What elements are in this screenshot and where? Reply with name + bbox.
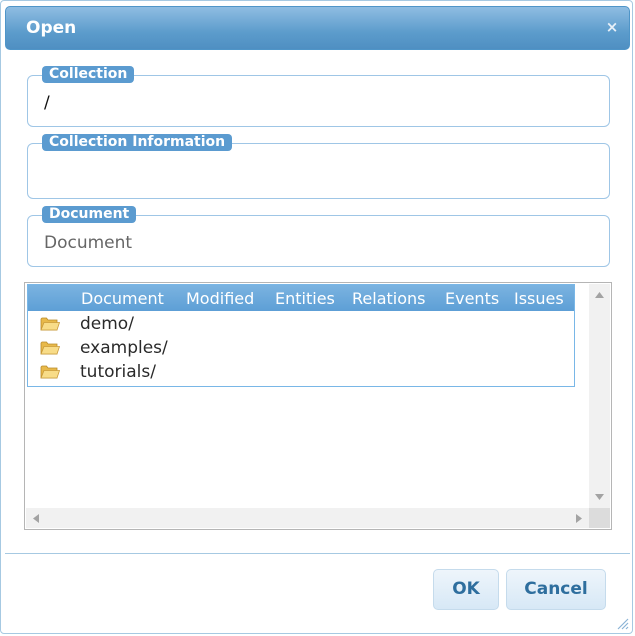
document-legend: Document [42, 206, 137, 223]
table-header: Document Modified Entities Relations Eve… [28, 285, 574, 311]
folder-icon [40, 365, 60, 379]
scroll-down-icon[interactable] [595, 494, 604, 500]
row-label: examples/ [80, 338, 168, 358]
cancel-button[interactable]: Cancel [506, 569, 606, 610]
column-issues[interactable]: Issues [514, 289, 564, 308]
column-relations[interactable]: Relations [352, 289, 425, 308]
collection-info-legend: Collection Information [42, 134, 233, 151]
collection-path: / [44, 93, 50, 113]
scroll-right-icon[interactable] [576, 514, 582, 523]
document-fieldset: Document Document [27, 206, 610, 267]
collection-legend: Collection [42, 66, 135, 83]
collection-info-fieldset: Collection Information [27, 134, 610, 199]
button-pane-divider [5, 553, 630, 554]
ok-button[interactable]: OK [433, 569, 499, 610]
column-document[interactable]: Document [81, 289, 164, 308]
file-table: Document Modified Entities Relations Eve… [27, 284, 575, 387]
folder-icon [40, 317, 60, 331]
dialog-titlebar[interactable]: Open × [5, 6, 630, 50]
folder-icon [40, 341, 60, 355]
table-row[interactable]: tutorials/ [28, 360, 574, 384]
column-modified[interactable]: Modified [186, 289, 254, 308]
table-row[interactable]: examples/ [28, 336, 574, 360]
open-dialog: Open × Collection / Collection Informati… [0, 0, 633, 634]
document-input[interactable]: Document [44, 233, 132, 253]
row-label: tutorials/ [80, 362, 156, 382]
resize-grip-icon[interactable] [617, 618, 629, 630]
scroll-left-icon[interactable] [33, 514, 39, 523]
collection-fieldset: Collection / [27, 66, 610, 127]
dialog-title: Open [26, 18, 77, 38]
scroll-up-icon[interactable] [595, 292, 604, 298]
table-row[interactable]: demo/ [28, 312, 574, 336]
column-events[interactable]: Events [445, 289, 499, 308]
scrollbar-corner [589, 508, 610, 528]
row-label: demo/ [80, 314, 134, 334]
vertical-scrollbar[interactable] [589, 284, 610, 508]
close-icon[interactable]: × [603, 18, 621, 36]
column-entities[interactable]: Entities [275, 289, 335, 308]
file-browser[interactable]: Document Modified Entities Relations Eve… [24, 282, 612, 530]
horizontal-scrollbar[interactable] [26, 508, 589, 528]
